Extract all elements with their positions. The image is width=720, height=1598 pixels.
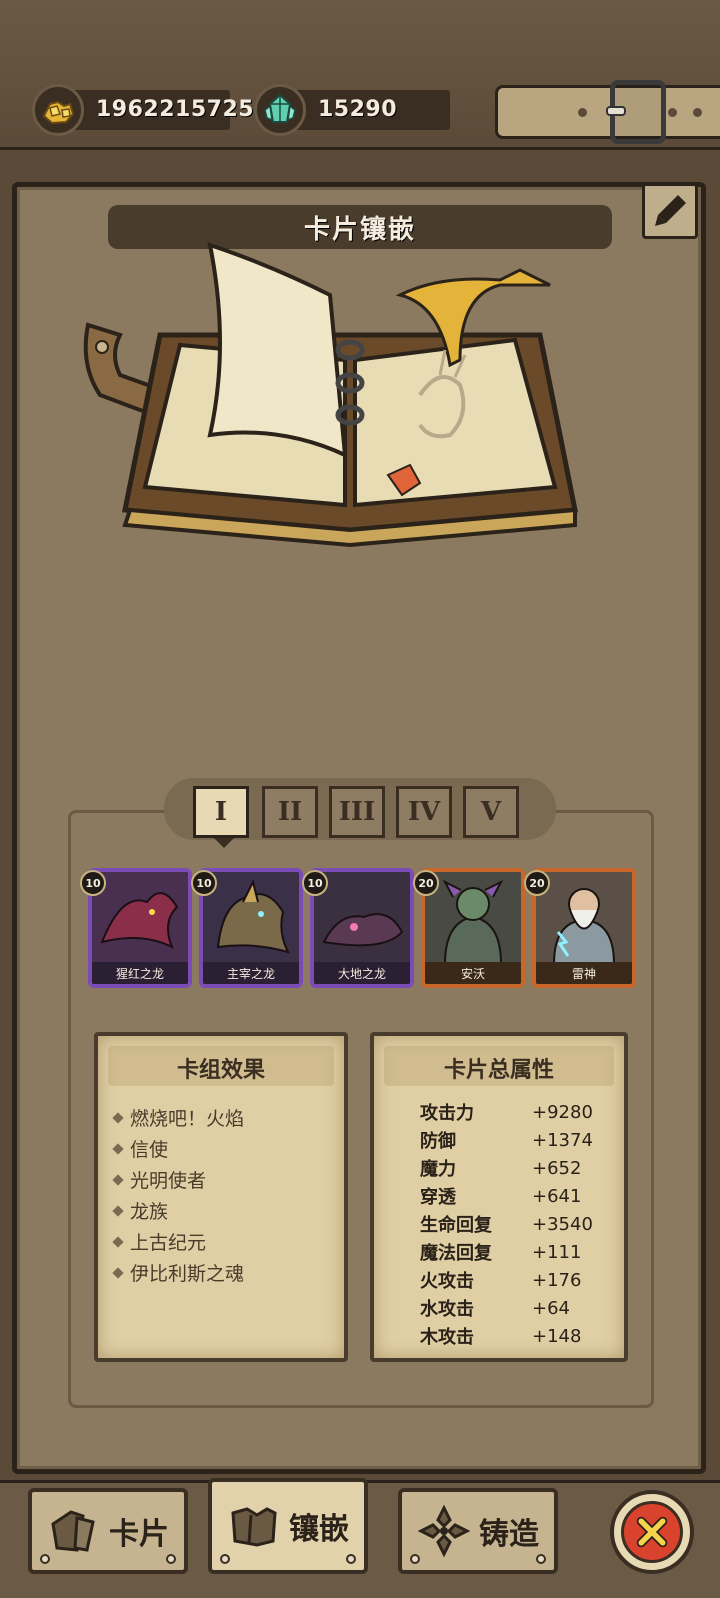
- forge-icon: [417, 1504, 471, 1558]
- edit-button[interactable]: [642, 183, 698, 239]
- card-level-badge: 20: [524, 870, 550, 896]
- tab-deck-4[interactable]: IV: [396, 786, 452, 838]
- gem-value: 15290: [318, 97, 398, 122]
- list-item: 上古纪元: [112, 1226, 244, 1257]
- pencil-icon: [655, 195, 686, 226]
- attribute-row: 魔法回复 +111: [420, 1241, 582, 1265]
- tab-label: IV: [407, 797, 441, 827]
- gem-counter: 15290: [254, 84, 450, 136]
- tab-deck-5[interactable]: V: [463, 786, 519, 838]
- list-item: 燃烧吧！火焰: [112, 1102, 244, 1133]
- card-icon: [51, 1510, 95, 1552]
- attribute-row: 攻击力 +9280: [420, 1101, 593, 1125]
- tab-label: III: [338, 797, 376, 827]
- attribute-row: 木攻击 +148: [420, 1325, 582, 1349]
- attribute-row: 防御 +1374: [420, 1129, 593, 1153]
- dragon-portrait-image: [314, 872, 410, 964]
- dragon-portrait-image: [203, 872, 299, 964]
- nav-cards-button[interactable]: 卡片: [28, 1488, 188, 1574]
- card-level-badge: 10: [302, 870, 328, 896]
- attribute-row: 生命回复 +3540: [420, 1213, 593, 1237]
- tab-label: V: [480, 797, 502, 827]
- crystal-icon: [254, 84, 306, 136]
- dragon-portrait-image: [92, 872, 188, 964]
- close-button[interactable]: [610, 1490, 694, 1574]
- top-resource-bar: 1962215725 15290: [0, 0, 720, 150]
- close-x-icon: [636, 1516, 668, 1548]
- card-attributes-list: 攻击力 +9280 防御 +1374 魔力 +652 穿透 +641 生命回复 +3540…: [420, 1098, 620, 1350]
- card-level-badge: 20: [413, 870, 439, 896]
- nav-forge-button[interactable]: 铸造: [398, 1488, 558, 1574]
- card-attributes-panel[interactable]: 卡片总属性 攻击力 +9280 防御 +1374 魔力 +652 穿透 +641 生命回…: [370, 1032, 628, 1362]
- card-name: 雷神: [536, 962, 632, 984]
- list-item: 龙族: [112, 1195, 244, 1226]
- active-tab-pointer: [214, 838, 234, 848]
- deck-effects-title: 卡组效果: [176, 1058, 265, 1083]
- attribute-row: 火攻击 +176: [420, 1269, 582, 1293]
- bullet-icon: [112, 1142, 124, 1155]
- attribute-row: 水攻击 +64: [420, 1297, 570, 1321]
- tab-label: II: [277, 797, 303, 827]
- thunder-god-portrait-image: [536, 872, 632, 964]
- bullet-icon: [112, 1111, 124, 1124]
- deck-effects-panel: 卡组效果 燃烧吧！火焰 信使 光明使者 龙族 上古纪元 伊比利斯之魂: [94, 1032, 348, 1362]
- attribute-row: 穿透 +641: [420, 1185, 582, 1209]
- inlay-icon: [231, 1507, 277, 1547]
- gold-value: 1962215725: [96, 97, 255, 122]
- deck-effects-list: 燃烧吧！火焰 信使 光明使者 龙族 上古纪元 伊比利斯之魂: [112, 1102, 244, 1288]
- buckle-pin-decoration: [606, 106, 626, 116]
- card-name: 猩红之龙: [92, 962, 188, 984]
- card-level-badge: 10: [191, 870, 217, 896]
- gold-counter: 1962215725: [32, 84, 254, 136]
- list-item: 信使: [112, 1133, 244, 1164]
- attribute-row: 魔力 +652: [420, 1157, 582, 1181]
- bullet-icon: [112, 1266, 124, 1279]
- card-attributes-title: 卡片总属性: [443, 1058, 554, 1083]
- nav-label: 卡片: [109, 1517, 169, 1552]
- tab-deck-2[interactable]: II: [262, 786, 318, 838]
- list-item: 伊比利斯之魂: [112, 1257, 244, 1288]
- bullet-icon: [112, 1235, 124, 1248]
- nav-label: 镶嵌: [289, 1512, 349, 1547]
- card-level-badge: 10: [80, 870, 106, 896]
- card-name: 大地之龙: [314, 962, 410, 984]
- card-name: 安沃: [425, 962, 521, 984]
- gold-ore-icon: [32, 84, 84, 136]
- list-item: 光明使者: [112, 1164, 244, 1195]
- card-name: 主宰之龙: [203, 962, 299, 984]
- warrior-portrait-image: [425, 872, 521, 964]
- bullet-icon: [112, 1173, 124, 1186]
- bullet-icon: [112, 1204, 124, 1217]
- nav-label: 铸造: [479, 1517, 539, 1552]
- tab-deck-1[interactable]: I: [193, 786, 249, 838]
- card-book-illustration: [83, 242, 578, 548]
- nav-inlay-button[interactable]: 镶嵌: [208, 1478, 368, 1574]
- tab-label: I: [214, 797, 228, 827]
- tab-deck-3[interactable]: III: [329, 786, 385, 838]
